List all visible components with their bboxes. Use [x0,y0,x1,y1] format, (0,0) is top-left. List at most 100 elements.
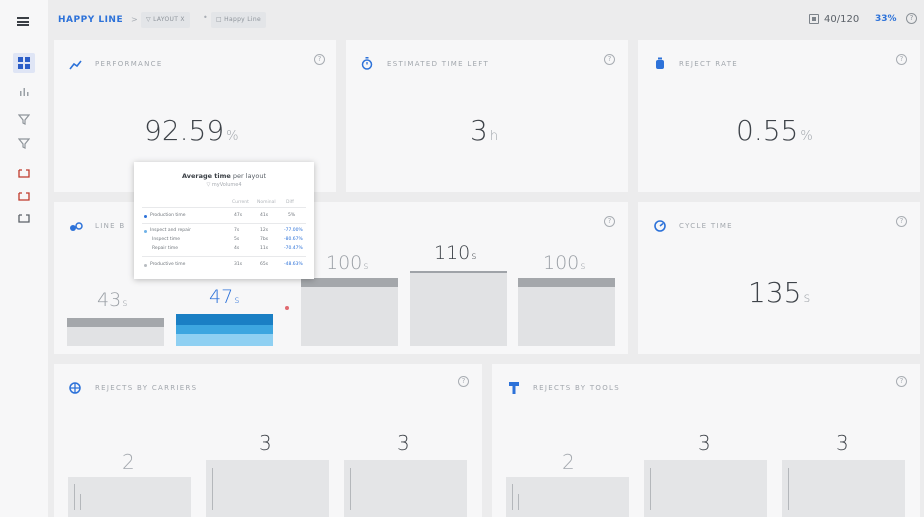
carrier-tick [80,494,81,510]
time-left-label: ESTIMATED TIME LEFT [387,60,490,68]
tool-icon [509,382,519,394]
balance-bar-selected-bottom [176,334,273,346]
sidebar-item-dashboard[interactable] [18,57,30,69]
rejects-carriers-label: REJECTS BY CARRIERS [95,384,198,392]
funnel-icon [17,114,31,125]
performance-label: PERFORMANCE [95,60,163,68]
bar-chart-icon [20,88,29,96]
tooltip-row: Repair time 4s 11s -70.47% [152,246,303,251]
line-icon [18,214,30,223]
line-icon [18,169,30,178]
rejects-carriers-card: REJECTS BY CARRIERS ? 2 3 3 [54,364,482,517]
help-icon[interactable]: ? [458,376,469,387]
tool-value: 2 [562,450,575,474]
sidebar-item-line-b[interactable] [18,187,30,201]
time-left-card: ESTIMATED TIME LEFT ? 3h [346,40,628,192]
balance-bar[interactable] [410,271,507,346]
carrier-tick [350,468,351,510]
tooltip-row: Production time 47s 41s 5% [142,213,306,222]
sidebar-item-line-c[interactable] [18,209,30,223]
top-header: HAPPY LINE > ▽ LAYOUT X • □ Happy Line 4… [48,0,924,40]
cycle-time-card: CYCLE TIME ? 135 s [638,202,920,354]
breadcrumb-chip-line[interactable]: □ Happy Line [211,12,266,28]
tooltip-title: Average time per layout [181,172,267,180]
series-dot [144,215,147,218]
counter-icon [809,14,819,24]
dashboard-icon [18,57,30,69]
tool-tick [788,468,789,510]
tool-bar[interactable] [644,460,767,517]
line-icon [18,192,30,201]
tool-tick [512,484,513,510]
stopwatch-icon [361,57,373,70]
rejects-tools-label: REJECTS BY TOOLS [533,384,620,392]
sidebar [0,0,48,517]
balance-bar-cap [518,278,615,287]
help-icon[interactable]: ? [896,376,907,387]
rejects-tools-card: REJECTS BY TOOLS ? 2 3 3 [492,364,920,517]
cycle-time-value: 135 s [748,276,811,309]
tool-bar[interactable] [506,477,629,517]
balance-bar-selected[interactable] [176,314,273,325]
balance-bar-selected-mid [176,325,273,334]
carrier-value: 3 [397,431,410,455]
alert-dot [285,306,289,310]
series-dot [144,264,147,267]
carrier-value: 2 [122,450,135,474]
bar-value: 100s [543,252,586,274]
cycle-time-label: CYCLE TIME [679,222,733,230]
help-icon[interactable]: ? [314,54,325,65]
funnel-icon [17,138,31,149]
sidebar-item-layout-a[interactable] [17,110,31,125]
help-icon[interactable]: ? [604,216,615,227]
carrier-bar[interactable] [344,460,467,517]
help-icon[interactable]: ? [896,216,907,227]
breadcrumb-dot: • [203,13,208,22]
carrier-bar[interactable] [68,477,191,517]
bar-value: 100s [326,252,369,274]
tool-value: 3 [698,431,711,455]
reject-rate-label: REJECT RATE [679,60,738,68]
tooltip-divider [142,223,306,224]
sidebar-item-layout-b[interactable] [17,134,31,149]
balance-bar[interactable] [518,278,615,346]
tool-bar[interactable] [782,460,905,517]
average-time-tooltip: Average time per layout ▽ myVolume4 Curr… [134,162,314,279]
bar-value: 47s [209,286,240,308]
tooltip-col-diff: Diff [286,200,294,205]
bar-value: 43s [97,289,128,311]
tooltip-row: Productive time 31s 65s -48.63% [142,262,306,271]
tool-tick [650,468,651,510]
carrier-icon [69,382,81,394]
performance-value: 92.59% [144,114,239,147]
tool-tick [518,494,519,510]
tooltip-divider [142,207,306,208]
balance-bar-cap [301,278,398,287]
tooltip-divider [142,256,306,257]
sidebar-item-stats[interactable] [18,82,30,96]
help-icon[interactable]: ? [906,13,917,24]
sidebar-item-line-a[interactable] [18,164,30,178]
balance-bar[interactable] [301,278,398,346]
time-left-value: 3h [470,114,499,147]
breadcrumb-chip-layout[interactable]: ▽ LAYOUT X [141,12,190,28]
breadcrumb-line-title[interactable]: HAPPY LINE [58,15,123,25]
balance-icon [70,222,83,231]
carrier-bar[interactable] [206,460,329,517]
breadcrumb-separator: > [131,15,138,24]
line-balance-label: LINE B [95,222,126,230]
help-icon[interactable]: ? [896,54,907,65]
reject-rate-card: REJECT RATE ? 0.55% [638,40,920,192]
production-percent: 33% [875,14,897,24]
reject-rate-value: 0.55% [736,114,813,147]
menu-icon[interactable] [17,17,29,26]
tooltip-row: Inspect time 5s 7bs -80.67% [152,237,303,242]
production-count: 40/120 [824,14,860,25]
tooltip-col-nominal: Nominal [257,200,276,205]
tooltip-row: Inspect and repair 7s 12s -77.00% [142,228,306,237]
help-icon[interactable]: ? [604,54,615,65]
carrier-tick [212,468,213,510]
tooltip-col-current: Current [232,200,249,205]
series-dot [144,230,147,233]
bar-value: 110s [434,242,477,264]
